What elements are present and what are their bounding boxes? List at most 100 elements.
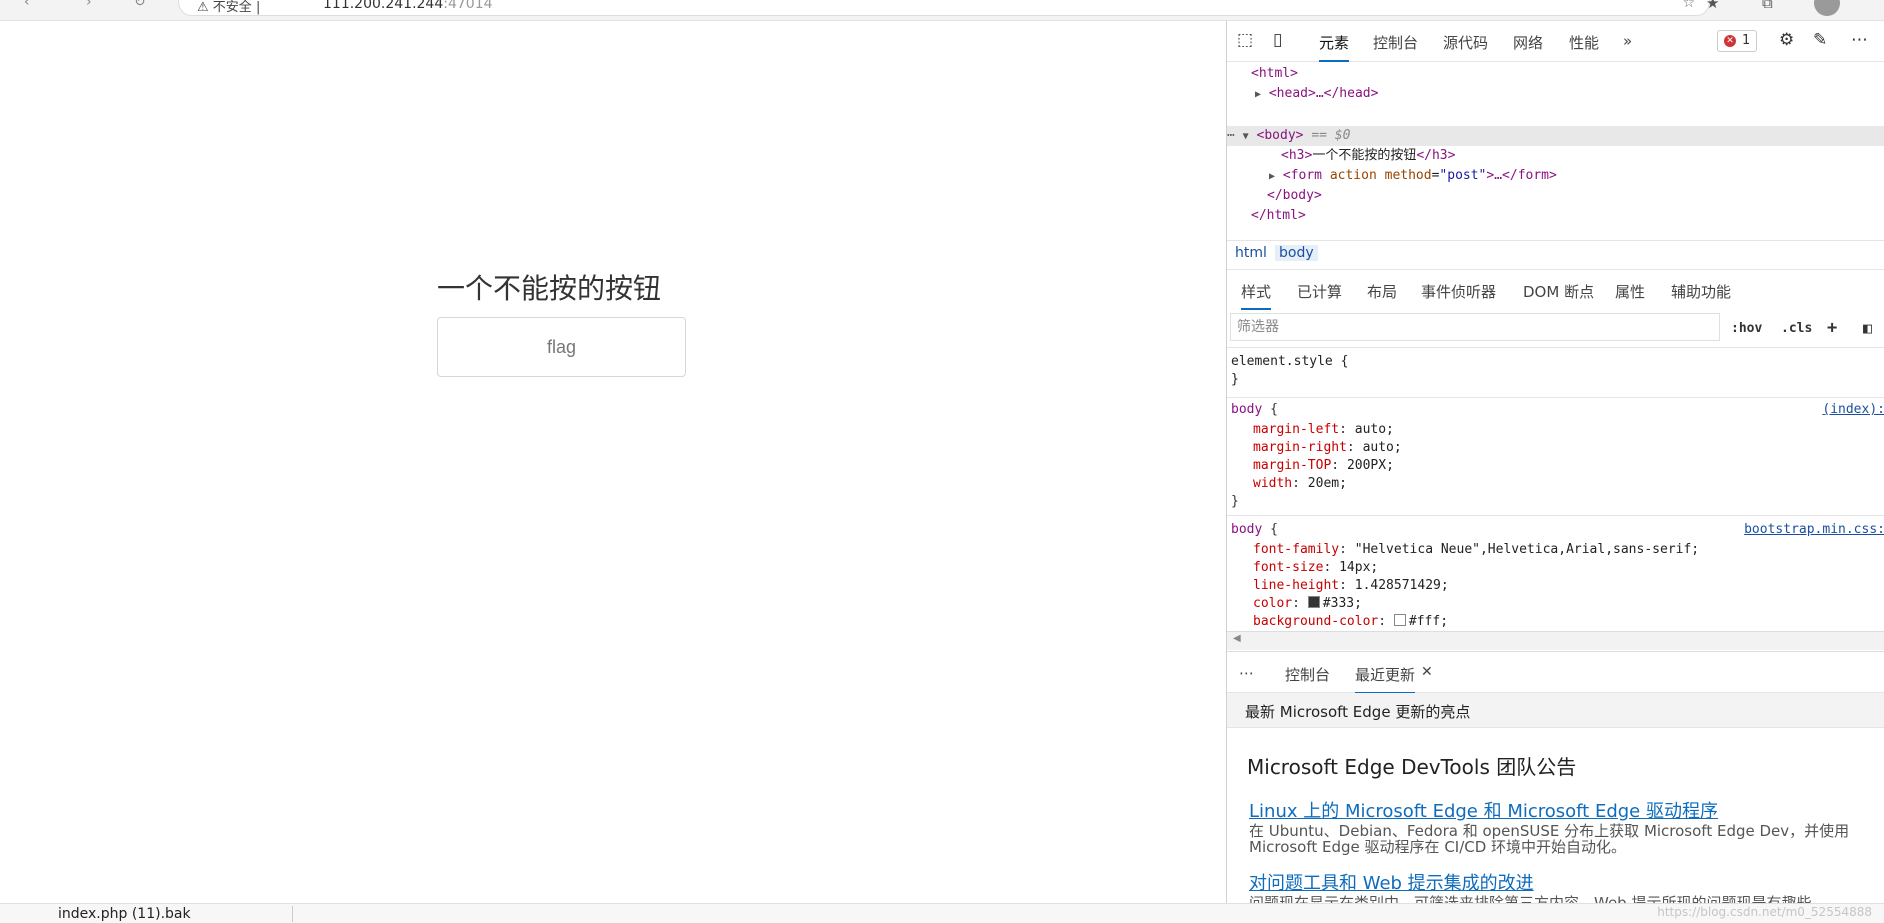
style-declaration[interactable]: margin-TOP: 200PX;: [1253, 457, 1394, 475]
feedback-icon[interactable]: ✎: [1813, 30, 1827, 50]
rule-selector-line: body {: [1231, 522, 1278, 537]
scroll-left-arrow-icon[interactable]: ◀: [1233, 633, 1241, 644]
tab-elements[interactable]: 元素: [1319, 32, 1350, 62]
subtab-dom-breakpoints[interactable]: DOM 断点: [1523, 281, 1594, 302]
address-separator: |: [255, 0, 261, 15]
style-declaration[interactable]: font-size: 14px;: [1253, 559, 1378, 577]
collections-icon[interactable]: ⧉: [1762, 0, 1773, 12]
refresh-icon[interactable]: ↻: [134, 0, 146, 10]
close-tab-icon[interactable]: ✕: [1421, 664, 1433, 680]
devtools-toolbar: ⬚ ▯ 元素 控制台 源代码 网络 性能 » ✕ 1 ⚙ ✎ ⋯: [1227, 21, 1884, 62]
device-emulation-icon[interactable]: ▯: [1273, 30, 1282, 50]
dom-node-h3[interactable]: <h3>一个不能按的按钮</h3>: [1281, 146, 1455, 166]
more-options-icon[interactable]: ⋯: [1851, 30, 1868, 50]
subtab-layout[interactable]: 布局: [1367, 281, 1397, 302]
tab-sources[interactable]: 源代码: [1443, 32, 1488, 53]
url-port: :47014: [443, 0, 493, 12]
rule-source-link[interactable]: (index):: [1822, 401, 1884, 419]
prop-name: margin-right: [1253, 440, 1347, 455]
subtab-event-listeners[interactable]: 事件侦听器: [1421, 281, 1496, 302]
style-declaration[interactable]: color: #333;: [1253, 595, 1362, 613]
head-tag: <head>…</head>: [1268, 86, 1379, 101]
rule-body-index[interactable]: body { (index): margin-left: auto; margi…: [1227, 397, 1884, 516]
style-declaration[interactable]: margin-right: auto;: [1253, 439, 1402, 457]
browser-toolbar: ‹ › ↻ ⚠ 不安全 | 111.200.241.244:47014 ☆ ★ …: [0, 0, 1884, 21]
breadcrumb-html[interactable]: html: [1231, 245, 1271, 261]
subtab-accessibility[interactable]: 辅助功能: [1671, 281, 1731, 302]
subtab-properties[interactable]: 属性: [1615, 281, 1645, 302]
h3-close-tag: </h3>: [1416, 148, 1456, 163]
prop-value: #333;: [1322, 596, 1362, 611]
drawer-tabs: ⋯ 控制台 最近更新 ✕: [1227, 651, 1884, 694]
forward-arrow-icon[interactable]: ›: [86, 0, 92, 10]
node-actions-icon[interactable]: ⋯: [1227, 128, 1235, 143]
drawer-tab-whats-new[interactable]: 最近更新: [1355, 664, 1416, 694]
color-swatch[interactable]: [1307, 596, 1320, 608]
style-declaration[interactable]: font-family: "Helvetica Neue",Helvetica,…: [1253, 541, 1699, 559]
page-viewport: 一个不能按的按钮 flag: [0, 21, 1226, 903]
profile-avatar[interactable]: [1814, 0, 1840, 16]
news-link-issues[interactable]: 对问题工具和 Web 提示集成的改进: [1249, 869, 1534, 895]
settings-gear-icon[interactable]: ⚙: [1779, 30, 1794, 50]
rule-close-brace: }: [1231, 494, 1239, 509]
download-file-name[interactable]: index.php (11).bak: [58, 906, 191, 922]
prop-value: 14px;: [1339, 560, 1379, 575]
tab-network[interactable]: 网络: [1513, 32, 1543, 53]
warning-icon: ⚠: [197, 0, 209, 15]
rule-source-link[interactable]: bootstrap.min.css:: [1744, 521, 1884, 539]
tab-performance[interactable]: 性能: [1569, 32, 1599, 53]
cls-toggle[interactable]: .cls: [1781, 321, 1812, 336]
more-tabs-button[interactable]: »: [1623, 32, 1632, 50]
prop-name: background-color: [1253, 614, 1379, 629]
tab-console[interactable]: 控制台: [1373, 32, 1418, 53]
style-declaration[interactable]: line-height: 1.428571429;: [1253, 577, 1449, 595]
styles-pane: element.style { } body { (index): margin…: [1227, 349, 1884, 647]
expand-triangle-icon[interactable]: ▶: [1255, 89, 1261, 100]
rule-element-style[interactable]: element.style { }: [1227, 349, 1884, 398]
styles-horizontal-scrollbar[interactable]: ◀: [1227, 631, 1884, 650]
drawer-tab-console[interactable]: 控制台: [1285, 664, 1330, 685]
news-link-linux[interactable]: Linux 上的 Microsoft Edge 和 Microsoft Edge…: [1249, 797, 1718, 823]
style-declaration[interactable]: width: 20em;: [1253, 475, 1347, 493]
dom-node-html[interactable]: <html>: [1251, 64, 1298, 84]
back-arrow-icon[interactable]: ‹: [24, 0, 30, 10]
subtab-styles[interactable]: 样式: [1241, 281, 1272, 310]
security-indicator[interactable]: ⚠ 不安全 |: [197, 0, 260, 15]
url-text: 111.200.241.244:47014: [323, 0, 493, 12]
prop-name: width: [1253, 476, 1293, 491]
devtools-panel: ⬚ ▯ 元素 控制台 源代码 网络 性能 » ✕ 1 ⚙ ✎ ⋯ <html> …: [1226, 21, 1884, 903]
prop-name: line-height: [1253, 578, 1340, 593]
new-rule-button[interactable]: +: [1827, 318, 1837, 338]
prop-name: font-family: [1253, 542, 1340, 557]
address-bar[interactable]: ⚠ 不安全 | 111.200.241.244:47014 ☆: [178, 0, 1710, 16]
flag-button[interactable]: flag: [437, 317, 686, 377]
error-count-badge[interactable]: ✕ 1: [1717, 30, 1757, 52]
breadcrumb: html body: [1227, 240, 1884, 267]
error-icon: ✕: [1724, 35, 1736, 47]
styles-subtabs: 样式 已计算 布局 事件侦听器 DOM 断点 属性 辅助功能: [1227, 269, 1884, 310]
color-swatch[interactable]: [1393, 614, 1406, 626]
news-desc-issues: 问题现在显示在类别中，可筛选来排除第三方内容。Web 提示所现的问题现是有趣些: [1249, 895, 1869, 903]
prop-value: #fff;: [1408, 614, 1449, 629]
collapse-triangle-icon[interactable]: ▼: [1243, 131, 1249, 142]
style-declaration[interactable]: background-color: #fff;: [1253, 613, 1448, 631]
favorites-icon[interactable]: ★: [1706, 0, 1719, 12]
styles-filter-input[interactable]: [1230, 313, 1720, 341]
dom-node-body[interactable]: ⋯ ▼ <body> == $0: [1227, 126, 1350, 146]
style-declaration[interactable]: margin-left: auto;: [1253, 421, 1394, 439]
form-attr-action: action: [1329, 168, 1377, 183]
subtab-computed[interactable]: 已计算: [1297, 281, 1342, 302]
dom-node-form[interactable]: ▶ <form action method="post">…</form>: [1269, 166, 1557, 186]
breadcrumb-body[interactable]: body: [1275, 245, 1318, 261]
drawer-more-icon[interactable]: ⋯: [1239, 664, 1254, 682]
rule-selector: body: [1231, 402, 1263, 417]
toggle-sidebar-icon[interactable]: ◧: [1863, 319, 1872, 337]
element-style-close: }: [1231, 372, 1239, 387]
hov-toggle[interactable]: :hov: [1731, 321, 1762, 336]
expand-triangle-icon[interactable]: ▶: [1269, 171, 1275, 182]
add-favorite-icon[interactable]: ☆: [1682, 0, 1695, 11]
inspect-element-icon[interactable]: ⬚: [1237, 30, 1253, 50]
dom-node-head[interactable]: ▶ <head>…</head>: [1255, 84, 1378, 104]
element-style-selector: element.style {: [1231, 354, 1349, 369]
form-rest: >…</form>: [1486, 168, 1557, 183]
